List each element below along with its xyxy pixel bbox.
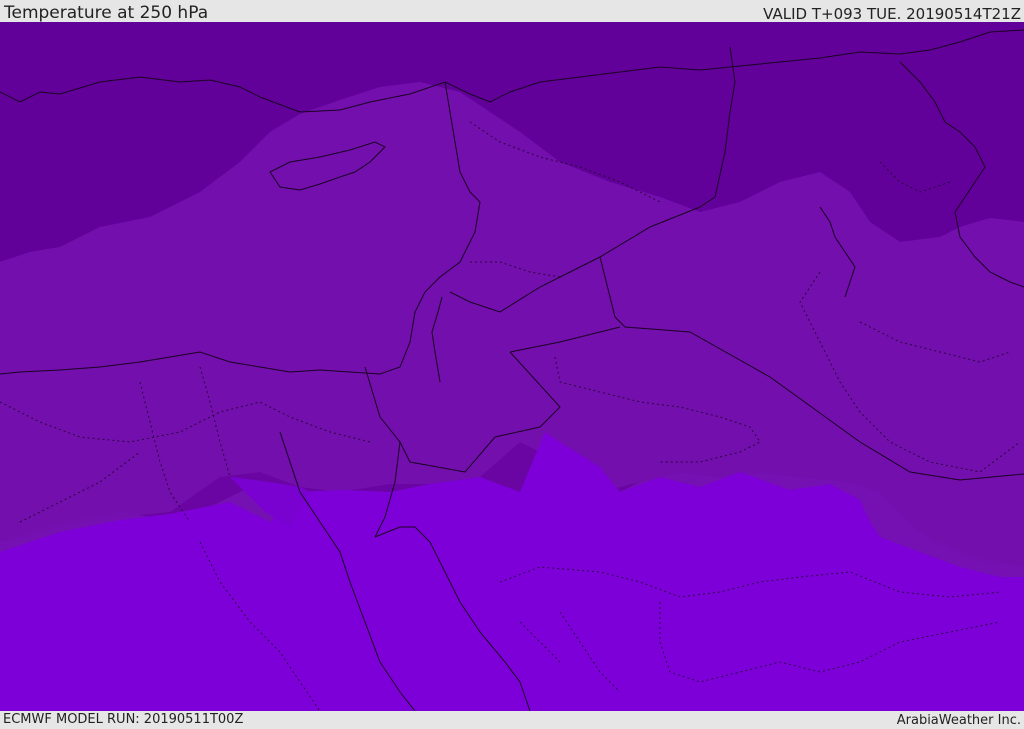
map-canvas [0,22,1024,711]
weather-map[interactable] [0,22,1024,711]
model-run-label: ECMWF MODEL RUN: 20190511T00Z [3,712,244,727]
footer-bar: ECMWF MODEL RUN: 20190511T00Z ArabiaWeat… [0,711,1024,729]
valid-time-label: VALID T+093 TUE. 20190514T21Z [763,5,1021,23]
map-title: Temperature at 250 hPa [4,3,209,23]
credit-label: ArabiaWeather Inc. [896,713,1021,728]
header-bar: Temperature at 250 hPa VALID T+093 TUE. … [0,0,1024,23]
